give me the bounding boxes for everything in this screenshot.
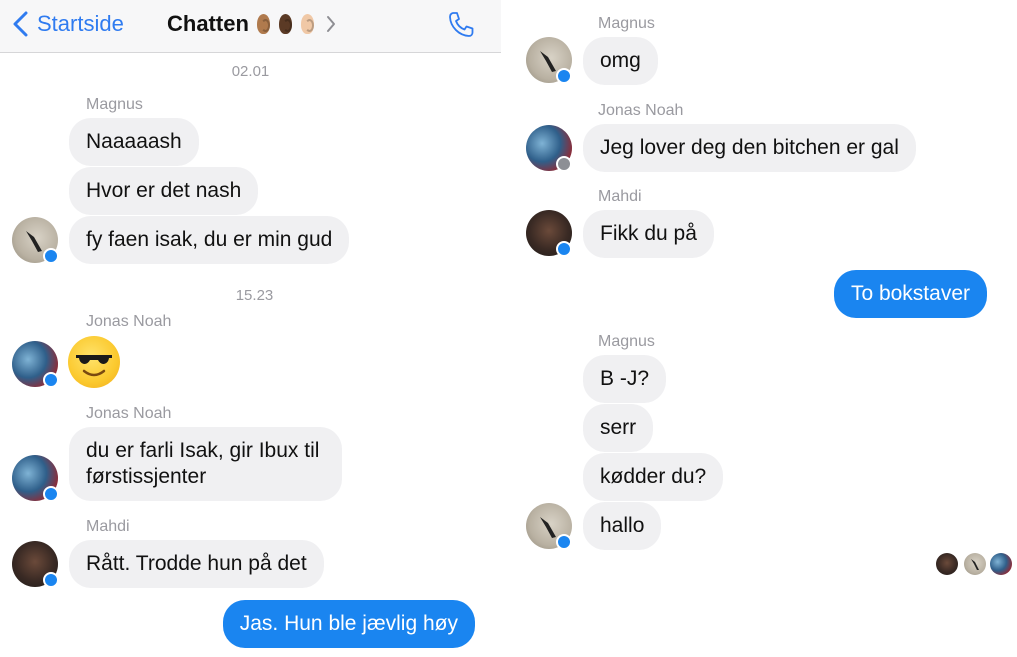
chat-title[interactable]: Chatten xyxy=(167,11,249,37)
chevron-right-icon[interactable] xyxy=(326,15,336,33)
sender-name: Jonas Noah xyxy=(86,313,172,330)
message-bubble[interactable]: Rått. Trodde hun på det xyxy=(69,540,324,588)
message-bubble[interactable]: serr xyxy=(583,404,654,452)
phone-icon[interactable] xyxy=(446,10,476,40)
outgoing-message-bubble[interactable]: Jas. Hun ble jævlig høy xyxy=(222,600,475,648)
bird-silhouette-icon xyxy=(971,559,979,570)
read-receipt-avatar xyxy=(936,553,958,575)
sender-name: Magnus xyxy=(598,15,655,32)
message-bubble[interactable]: B -J? xyxy=(583,355,667,403)
messenger-badge-icon xyxy=(556,241,572,257)
back-button-label[interactable]: Startside xyxy=(37,11,124,37)
messenger-badge-icon xyxy=(556,68,572,84)
sender-name: Jonas Noah xyxy=(598,102,684,119)
message-bubble[interactable]: fy faen isak, du er min gud xyxy=(69,216,350,264)
ear-emoji-icon xyxy=(301,14,314,34)
sender-name: Magnus xyxy=(598,333,655,350)
message-bubble[interactable]: Jeg lover deg den bitchen er gal xyxy=(583,124,916,172)
message-bubble[interactable]: omg xyxy=(583,37,658,85)
sunglasses-emoji-icon[interactable] xyxy=(68,336,120,388)
messenger-badge-icon xyxy=(43,372,59,388)
message-bubble[interactable]: hallo xyxy=(583,502,662,550)
messenger-badge-icon xyxy=(43,486,59,502)
message-bubble[interactable]: Naaaaash xyxy=(69,118,199,166)
timestamp: 02.01 xyxy=(231,63,270,80)
timestamp: 15.23 xyxy=(235,287,274,304)
back-chevron-icon[interactable] xyxy=(10,11,32,37)
messenger-badge-icon xyxy=(43,248,59,264)
message-bubble[interactable]: Hvor er det nash xyxy=(69,167,259,215)
navigation-bar: Startside Chatten xyxy=(0,0,501,53)
sender-name: Magnus xyxy=(86,96,143,113)
messenger-badge-icon xyxy=(43,572,59,588)
sender-name: Mahdi xyxy=(598,188,642,205)
right-chat-panel: Magnus omg Jonas Noah Jeg lover deg den … xyxy=(508,0,1017,657)
message-bubble[interactable]: Fikk du på xyxy=(583,210,714,258)
message-bubble[interactable]: kødder du? xyxy=(583,453,724,501)
read-receipt-avatar xyxy=(964,553,986,575)
messenger-badge-icon xyxy=(556,534,572,550)
left-chat-panel: Startside Chatten 02.01 Magnus Naaaaash … xyxy=(0,0,501,657)
read-receipt-avatar xyxy=(990,553,1012,575)
message-bubble[interactable]: du er farli Isak, gir Ibux til førstissj… xyxy=(69,427,342,501)
sender-name: Mahdi xyxy=(86,518,130,535)
sender-name: Jonas Noah xyxy=(86,405,172,422)
ear-emoji-icon xyxy=(279,14,292,34)
outgoing-message-bubble[interactable]: To bokstaver xyxy=(833,270,987,318)
facebook-badge-icon xyxy=(556,156,572,172)
ear-emoji-icon xyxy=(257,14,270,34)
